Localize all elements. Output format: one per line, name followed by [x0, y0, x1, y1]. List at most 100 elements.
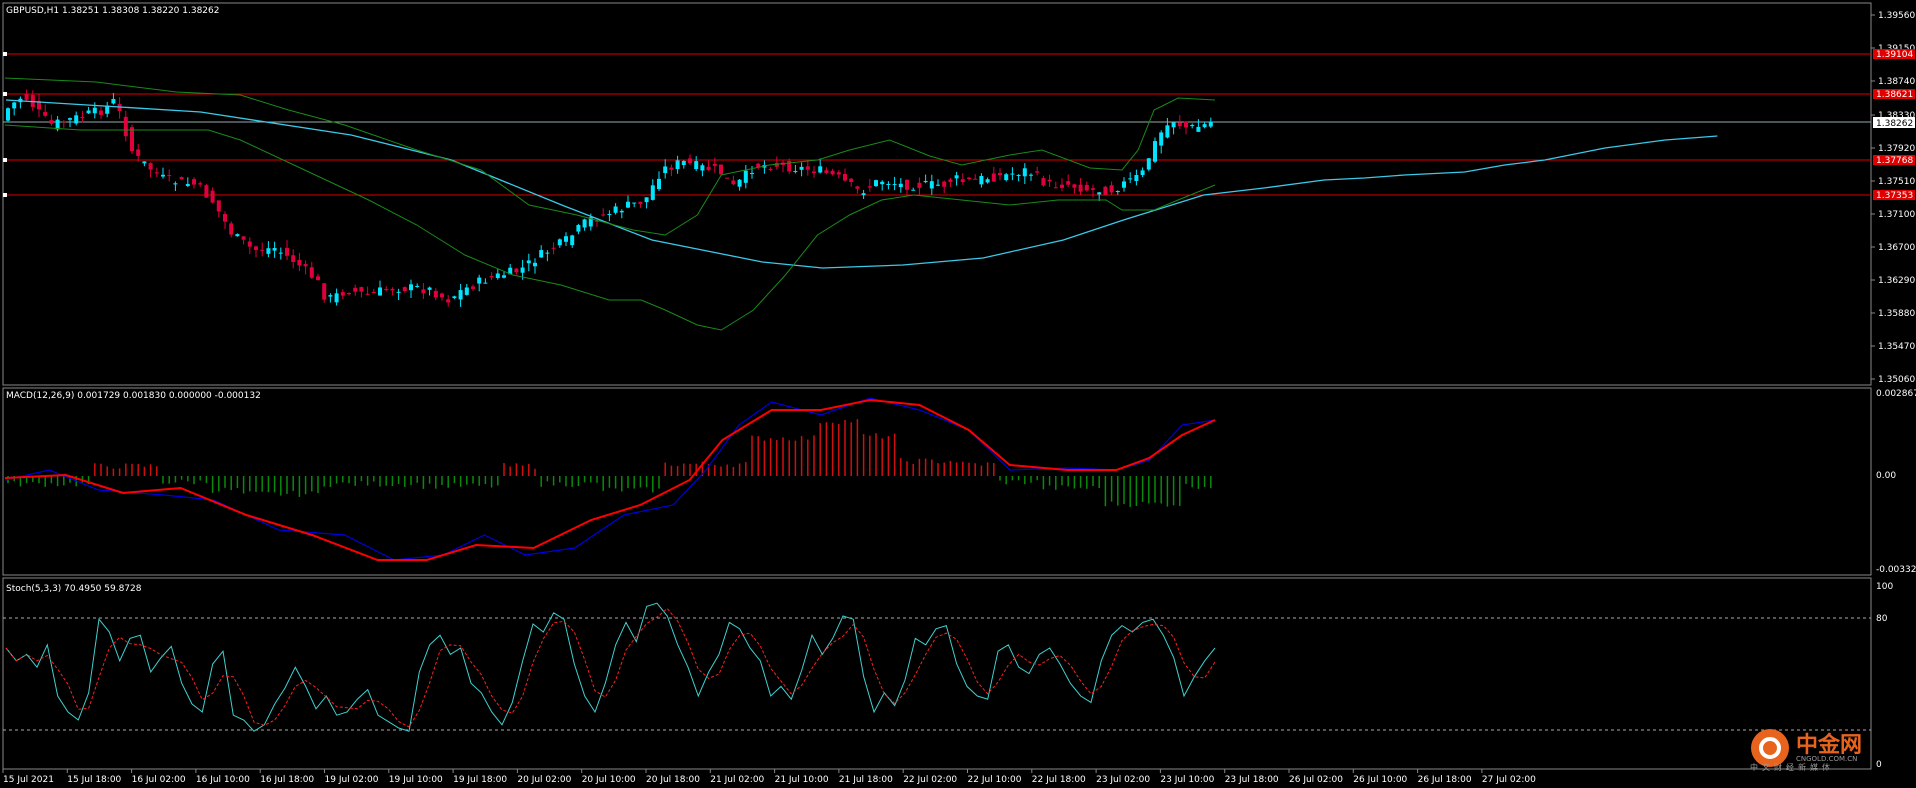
candle-body: [433, 290, 438, 298]
candle-body: [657, 178, 661, 190]
candle-body: [502, 275, 506, 278]
candle-body: [1184, 121, 1188, 128]
candle-body: [564, 236, 568, 242]
candle-body: [812, 171, 816, 173]
candle-body: [285, 247, 289, 256]
candle-body: [818, 166, 823, 173]
candle-body: [384, 288, 389, 290]
candle-body: [712, 163, 717, 166]
candle-body: [719, 164, 723, 175]
candle-body: [1202, 124, 1207, 128]
level-label: 1.37353: [1876, 191, 1913, 201]
candle-body: [1115, 191, 1120, 193]
candle-body: [340, 292, 345, 296]
candle-body: [1041, 178, 1046, 186]
candle-body: [799, 166, 804, 170]
candle-body: [440, 293, 444, 298]
macd-axis-top: 0.002867: [1876, 389, 1916, 399]
candle-body: [1078, 184, 1083, 192]
candle-body: [1053, 187, 1058, 189]
time-tick-label: 21 Jul 02:00: [710, 775, 764, 785]
candle-body: [960, 179, 965, 183]
candle-body: [154, 172, 159, 174]
candle-body: [700, 165, 705, 171]
candle-body: [998, 172, 1002, 176]
candle-body: [936, 184, 940, 186]
candle-body: [929, 181, 934, 189]
candle-body: [669, 167, 674, 170]
candle-body: [254, 246, 258, 251]
stoch-pane-frame: [2, 577, 1872, 770]
candle-body: [402, 287, 407, 292]
candle-body: [80, 116, 85, 118]
candle-body: [1146, 158, 1151, 170]
candle-body: [768, 168, 773, 170]
stoch-main-line: [5, 602, 1216, 732]
candle-body: [843, 174, 847, 181]
candle-body: [68, 118, 72, 120]
time-tick-label: 22 Jul 02:00: [903, 775, 957, 785]
candle-body: [235, 234, 240, 237]
candle-body: [1109, 185, 1114, 193]
time-tick-label: 16 Jul 18:00: [260, 775, 314, 785]
candle-body: [316, 276, 320, 281]
candle-body: [1159, 132, 1164, 146]
candle-body: [260, 249, 265, 251]
macd-pane-title: MACD(12,26,9) 0.001729 0.001830 0.000000…: [6, 391, 261, 401]
candle-body: [973, 178, 978, 180]
candle-body: [849, 178, 854, 182]
candle-body: [638, 201, 643, 204]
stoch-signal-line: [5, 607, 1216, 728]
price-tick-label: 1.39560: [1878, 11, 1915, 21]
candle-body: [477, 277, 482, 284]
candle-body: [74, 115, 79, 124]
candle-body: [161, 174, 165, 177]
time-tick-label: 22 Jul 18:00: [1032, 775, 1086, 785]
candle-body: [923, 180, 928, 183]
macd-axis-bottom: -0.003322: [1876, 565, 1916, 575]
moving-average-line: [5, 99, 1718, 269]
candle-body: [396, 291, 401, 293]
candle-body: [111, 99, 116, 104]
bollinger-lower-band: [4, 124, 1216, 331]
candle-body: [272, 248, 277, 251]
candle-body: [743, 170, 748, 183]
time-tick-label: 23 Jul 18:00: [1225, 775, 1279, 785]
time-tick-label: 15 Jul 2021: [3, 775, 54, 785]
candle-body: [619, 210, 624, 213]
time-tick-label: 26 Jul 02:00: [1289, 775, 1343, 785]
candle-body: [471, 286, 475, 289]
candle-body: [545, 252, 550, 254]
candle-body: [514, 268, 519, 273]
level-handle: [3, 158, 7, 162]
candle-body: [291, 255, 296, 263]
main-pane-title: GBPUSD,H1 1.38251 1.38308 1.38220 1.3826…: [6, 6, 219, 16]
candle-body: [266, 248, 271, 254]
candle-body: [1016, 174, 1021, 176]
candle-body: [954, 175, 959, 179]
candle-body: [458, 290, 463, 300]
candle-body: [1004, 174, 1009, 181]
candle-body: [874, 180, 878, 187]
candle-body: [557, 239, 562, 246]
main-pane-frame: [2, 2, 1872, 386]
watermark-logo: 中金网 CNGOLD.COM.CN 中文财经新媒体: [1750, 729, 1862, 772]
candle-body: [303, 264, 308, 267]
trading-chart[interactable]: GBPUSD,H1 1.38251 1.38308 1.38220 1.3826…: [0, 0, 1916, 788]
candle-body: [1072, 184, 1077, 188]
candle-body: [12, 102, 17, 109]
candle-body: [371, 291, 376, 293]
candle-body: [216, 200, 221, 212]
candle-body: [92, 107, 97, 114]
macd-axis-zero: 0.00: [1876, 471, 1896, 481]
price-tick-label: 1.36700: [1878, 243, 1915, 253]
candle-body: [142, 161, 147, 164]
candle-body: [632, 202, 637, 204]
candle-body: [867, 186, 872, 188]
logo-domain: CNGOLD.COM.CN: [1796, 755, 1857, 763]
candle-body: [427, 287, 432, 290]
candle-body: [855, 186, 860, 189]
candle-body: [979, 175, 984, 185]
candle-body: [892, 184, 897, 186]
logo-circle-icon: [1751, 729, 1789, 767]
